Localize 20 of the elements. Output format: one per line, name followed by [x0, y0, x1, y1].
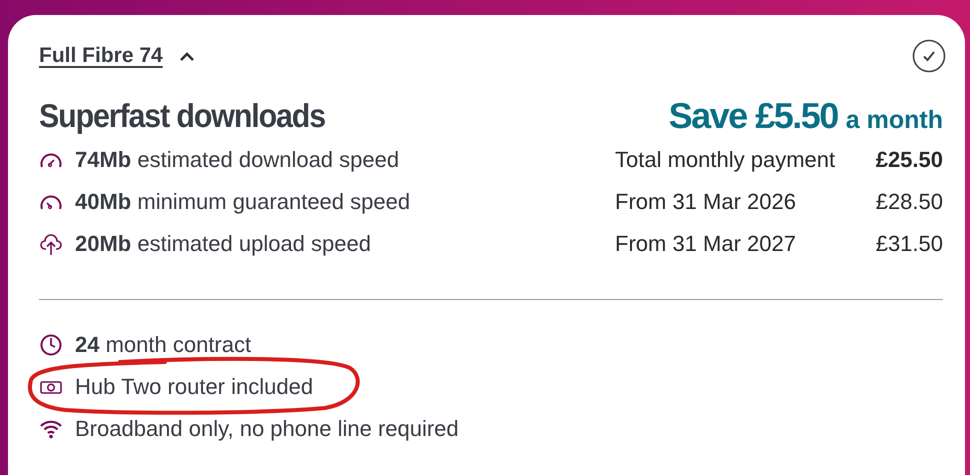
price-label: Total monthly payment	[615, 147, 836, 173]
saving-period: a month	[846, 106, 943, 135]
speed-text: 74Mb estimated download speed	[75, 147, 400, 173]
price-label: From 31 Mar 2026	[615, 189, 796, 215]
caret-icon	[178, 51, 195, 61]
price-amount: £25.50	[876, 147, 943, 173]
clock-icon	[39, 333, 63, 357]
feature-text: Hub Two router included	[75, 374, 314, 400]
plan-headline: Superfast downloads	[39, 96, 326, 136]
price-amount: £31.50	[876, 231, 943, 257]
saving-amount: Save £5.50	[668, 95, 838, 137]
cloud-upload-icon	[39, 232, 63, 256]
price-amount: £28.50	[876, 189, 943, 215]
check-circle-icon[interactable]	[912, 39, 946, 73]
price-label: From 31 Mar 2027	[615, 231, 796, 257]
speed-text: 20Mb estimated upload speed	[75, 231, 371, 257]
plan-toggle[interactable]: Full Fibre 74	[39, 44, 195, 68]
speed-text: 40Mb minimum guaranteed speed	[75, 189, 410, 215]
feature-text: 24 month contract	[75, 332, 252, 358]
feature-text: Broadband only, no phone line required	[75, 416, 459, 442]
